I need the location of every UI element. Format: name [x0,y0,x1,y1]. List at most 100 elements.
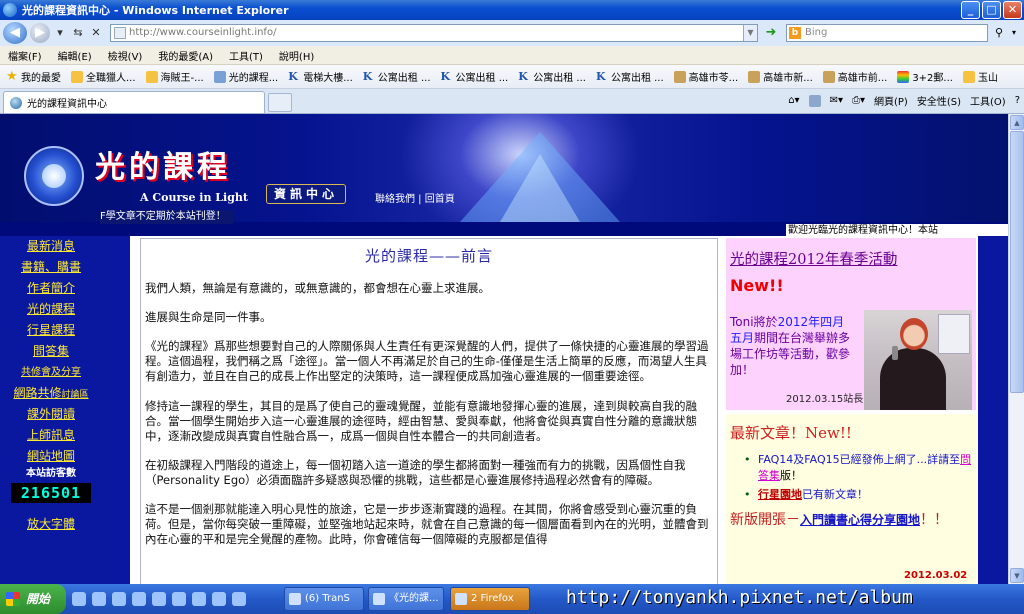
menu-file[interactable]: 檔案(F) [8,48,42,63]
quicklaunch-icon[interactable] [232,592,246,606]
chrome-icon [289,593,301,605]
favorites-bar: ★ 我的最愛 全職獵人... 海賊王-... 光的課程... K 電梯大樓... K… [0,65,1024,89]
close-button[interactable]: ✕ [1003,1,1022,19]
compat-view-icon[interactable]: ⇆ [70,24,86,42]
home-icon[interactable]: ⌂▾ [788,95,799,106]
favorite-item[interactable]: 3+2郵... [897,69,953,84]
favorite-item[interactable]: 海賊王-... [145,69,204,84]
quicklaunch-icon[interactable] [212,592,226,606]
sidebar-item-author[interactable]: 作者簡介 [0,278,102,299]
k-site-icon: K [288,69,298,83]
quicklaunch-icon[interactable] [192,592,206,606]
mail-icon[interactable]: ✉▾ [830,95,843,106]
zoom-font-link[interactable]: 放大字體 [0,514,102,535]
star-icon: ★ [6,68,18,84]
article-panel: 光的課程——前言 我們人類，無論是有意識的，或無意識的，都會想在心靈上求進展。 … [130,236,724,584]
vertical-scrollbar[interactable]: ▲ ▼ [1008,114,1024,584]
list-item: FAQ14及FAQ15已經發佈上網了...詳請至問答集版！ [742,452,972,484]
favorite-item[interactable]: 全職獵人... [71,69,136,84]
banner-links[interactable]: 聯絡我們 | 回首頁 [375,190,455,205]
quicklaunch-icon[interactable] [152,592,166,606]
sidebar-item-books[interactable]: 書籍、購書 [0,257,102,278]
quicklaunch-icon[interactable] [172,592,186,606]
favorite-item[interactable]: 玉山 [962,69,998,84]
event-heading[interactable]: 光的課程2012年春季活動 [730,248,897,269]
sidebar-item-master[interactable]: 上師訊息 [0,425,102,446]
sidebar-item-reading[interactable]: 課外閱讀 [0,404,102,425]
favorite-label: 光的課程... [228,73,279,84]
scroll-up-icon[interactable]: ▲ [1010,115,1024,130]
forum-label: 網路共修 [13,386,62,400]
new-tab-button[interactable] [268,93,292,112]
menu-view[interactable]: 檢視(V) [108,48,143,63]
favorite-item[interactable]: 高雄市前... [822,69,888,84]
history-dropdown-icon[interactable]: ▾ [52,24,68,42]
go-icon[interactable]: ➜ [762,24,780,42]
menu-favorites[interactable]: 我的最愛(A) [158,48,213,63]
site-banner: 光的課程 A Course in Light 資訊中心 聯絡我們 | 回首頁 F… [0,114,1008,224]
sidebar-item-sharing[interactable]: 共修會及分享 [0,362,102,383]
forward-button[interactable]: ▶ [30,23,50,43]
sidebar-item-sitemap[interactable]: 網站地圖 [0,446,102,467]
feeds-icon[interactable] [808,94,821,107]
taskbar-item[interactable]: 《光的課... [368,587,444,611]
tab-current[interactable]: 光的課程資訊中心 [3,91,265,113]
maximize-button[interactable]: □ [982,1,1001,19]
url-input[interactable]: http://www.courseinlight.info/ ▼ [110,24,758,42]
tools-menu[interactable]: 工具(O) [970,93,1006,108]
menu-edit[interactable]: 編輯(E) [58,48,92,63]
quicklaunch-icon[interactable] [72,592,86,606]
planetary-link[interactable]: 行星園地 [758,488,802,501]
favorite-item[interactable]: K 電梯大樓... [288,69,353,84]
search-dropdown-icon[interactable]: ▾ [1008,24,1020,42]
site-subtitle: A Course in Light [140,191,248,204]
site-logo[interactable] [24,146,84,206]
sidebar-item-news[interactable]: 最新消息 [0,236,102,257]
favorite-item[interactable]: 高雄市新... [748,69,813,84]
house-icon [822,70,835,83]
sidebar-item-course[interactable]: 光的課程 [0,299,102,320]
task-label: 《光的課... [389,593,439,604]
sidebar-nav: 最新消息 書籍、購書 作者簡介 光的課程 行星課程 問答集 共修會及分享 網路共… [0,236,102,584]
favorite-item[interactable]: K 公寓出租 ... [518,69,586,84]
taskbar-item[interactable]: (6) TranS [284,587,364,611]
favorite-item[interactable]: K 公寓出租 ... [596,69,664,84]
stop-icon[interactable]: ✕ [88,24,104,42]
favorites-button[interactable]: ★ 我的最愛 [6,68,61,85]
articles-box: 最新文章！New!! FAQ14及FAQ15已經發佈上網了...詳請至問答集版！… [726,414,976,584]
start-button[interactable]: 開始 [0,584,66,614]
search-input[interactable]: b Bing [786,24,988,42]
menu-help[interactable]: 說明(H) [279,48,314,63]
house-icon [673,70,686,83]
planetary-tail: 已有新文章！ [802,488,868,501]
sidebar-item-planetary[interactable]: 行星課程 [0,320,102,341]
quicklaunch-icon[interactable] [112,592,126,606]
favorite-label: 我的最愛 [21,73,61,84]
scroll-thumb[interactable] [1010,131,1024,393]
help-icon[interactable]: ? [1015,95,1020,106]
reading-share-link[interactable]: 入門讀書心得分享園地 [800,513,920,527]
url-text: http://www.courseinlight.info/ [129,27,277,38]
quicklaunch-icon[interactable] [92,592,106,606]
print-icon[interactable]: ⎙▾ [852,95,865,106]
sidebar-item-faq[interactable]: 問答集 [0,341,102,362]
window-controls: _ □ ✕ [961,1,1022,19]
favorite-item[interactable]: K 公寓出租 ... [363,69,431,84]
safety-menu[interactable]: 安全性(S) [917,93,961,108]
url-dropdown-icon[interactable]: ▼ [743,25,757,41]
taskbar-item[interactable]: 2 Firefox [450,587,530,611]
favorite-label: 高雄市前... [837,73,888,84]
search-icon[interactable]: ⚲ [990,24,1008,42]
page-menu[interactable]: 網頁(P) [874,93,908,108]
quicklaunch-icon[interactable] [132,592,146,606]
back-button[interactable]: ◀ [3,22,27,44]
menu-tools[interactable]: 工具(T) [229,48,263,63]
favorite-item[interactable]: 光的課程... [213,69,279,84]
favorite-item[interactable]: K 公寓出租 ... [441,69,509,84]
scroll-down-icon[interactable]: ▼ [1010,568,1024,583]
favorite-item[interactable]: 高雄市苓... [673,69,739,84]
favorite-label: 高雄市苓... [688,73,739,84]
sidebar-item-forum[interactable]: 網路共修討論區 [0,383,102,404]
minimize-button[interactable]: _ [961,1,980,19]
article-paragraph: 在初級課程入門階段的道途上，每一個初踏入這一道途的學生都將面對一種強而有力的挑戰… [145,458,686,487]
